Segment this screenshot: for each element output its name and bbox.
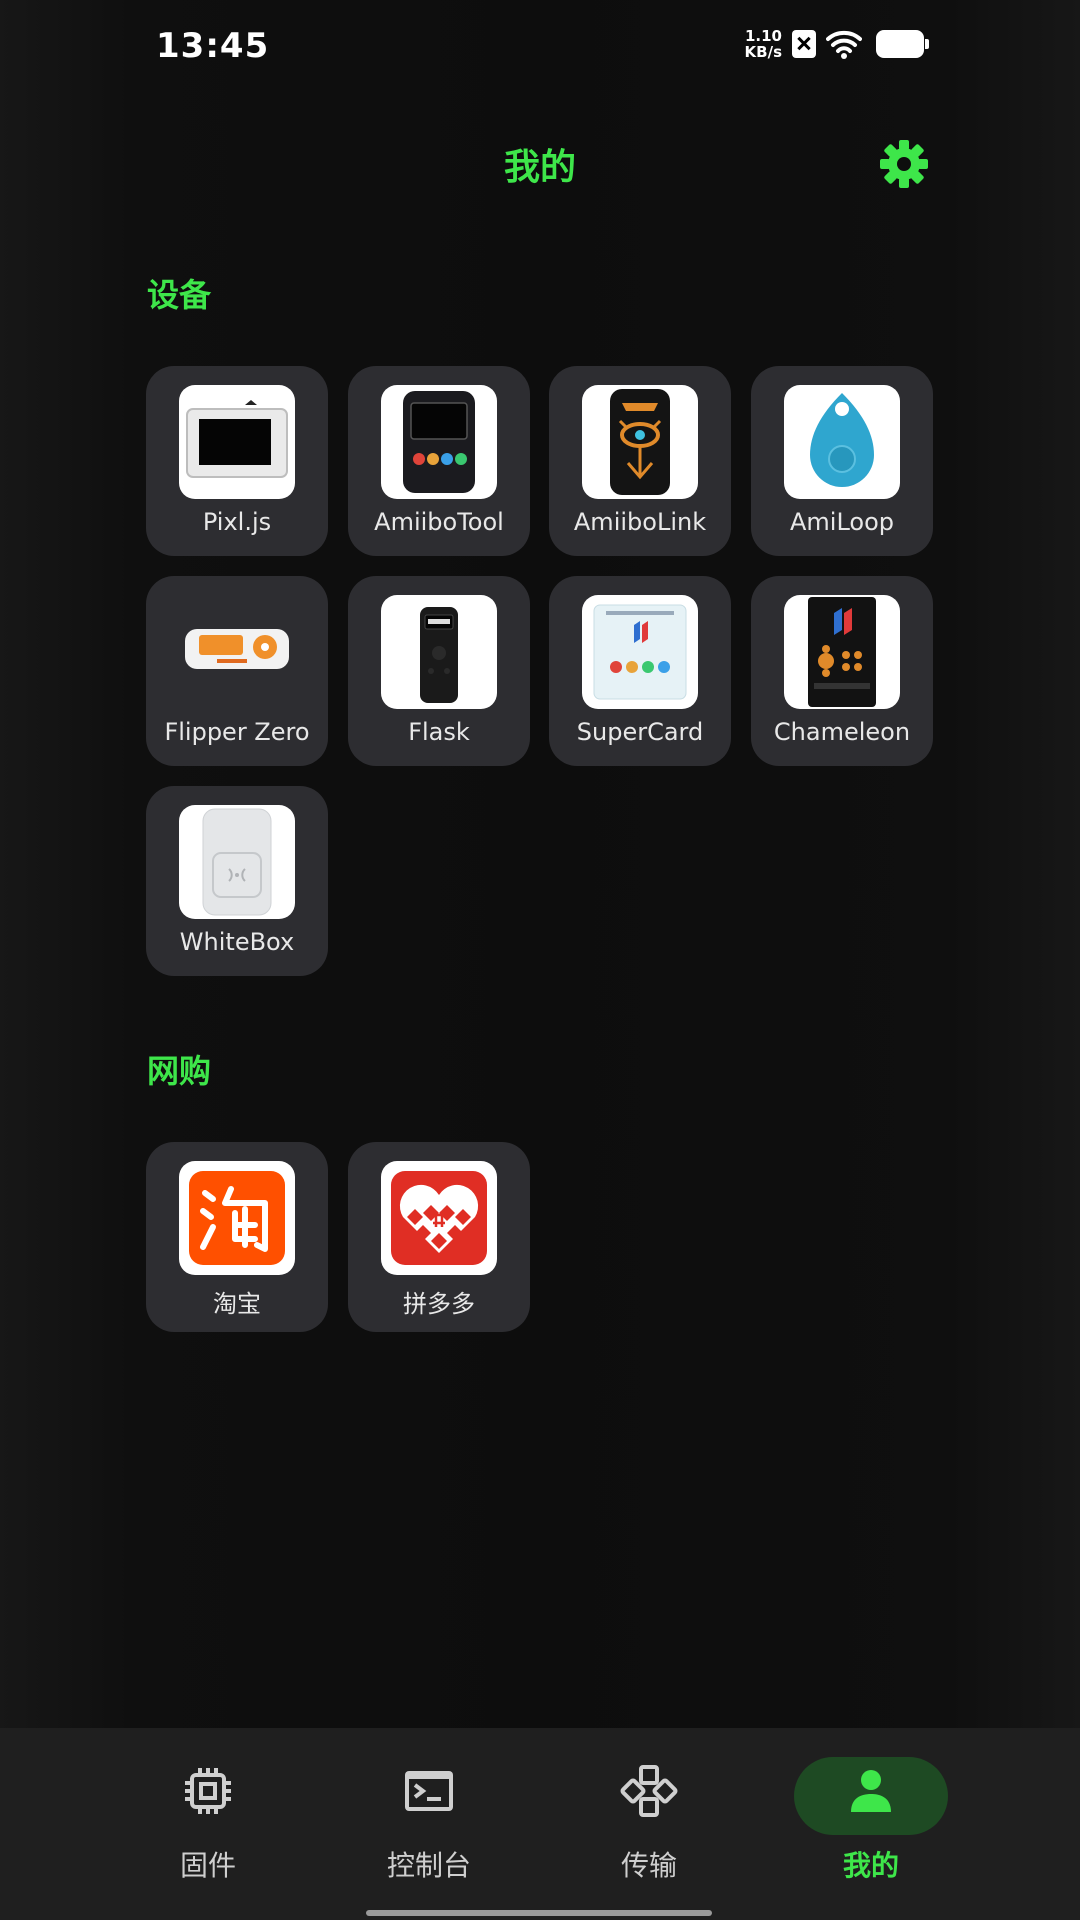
battery-icon [876,30,929,58]
amiibotool-image [381,385,497,499]
device-tile-supercard[interactable]: SuperCard [549,576,731,766]
network-speed-unit: KB/s [744,43,782,61]
nav-item-transfer[interactable]: 传输 [549,1728,749,1898]
whitebox-image [179,805,295,919]
flipper-zero-image [179,595,295,709]
section-title-shopping: 网购 [147,1052,212,1090]
chameleon-image [784,595,900,709]
pinduoduo-logo [381,1161,497,1275]
no-sim-icon [792,30,816,58]
home-indicator[interactable] [366,1910,712,1916]
gear-icon [880,140,928,188]
nav-item-firmware[interactable]: 固件 [108,1728,308,1898]
amiibolink-image [582,385,698,499]
amiloop-image [784,385,900,499]
nav-label: 控制台 [386,1849,471,1882]
transfer-icon [620,1765,678,1817]
device-tile-amiloop[interactable]: AmiLoop [751,366,933,556]
device-label: SuperCard [576,718,704,746]
device-label: AmiiboLink [573,508,707,536]
section-title-devices: 设备 [147,276,212,314]
device-label: Flask [408,718,470,746]
settings-button[interactable] [878,138,930,190]
device-tile-whitebox[interactable]: WhiteBox [146,786,328,976]
device-label: Pixl.js [202,508,272,536]
device-label: AmiLoop [789,508,894,536]
screen: 13:45 1.10 KB/s 我的 设备 Pixl.js AmiiboTool… [0,0,1080,1920]
terminal-icon [405,1771,453,1811]
status-icons: 1.10 KB/s [745,28,929,60]
device-tile-pixljs[interactable]: Pixl.js [146,366,328,556]
shop-label: 拼多多 [403,1290,475,1318]
shop-label: 淘宝 [213,1290,261,1318]
device-tile-flask[interactable]: Flask [348,576,530,766]
device-label: Chameleon [773,718,911,746]
device-tile-flipper-zero[interactable]: Flipper Zero [146,576,328,766]
nav-label: 我的 [842,1849,899,1882]
taobao-logo [179,1161,295,1275]
flask-image [381,595,497,709]
nav-item-mine[interactable]: 我的 [771,1728,971,1898]
shop-tile-taobao[interactable]: 淘宝 [146,1142,328,1332]
chip-icon [185,1768,231,1814]
nav-label: 传输 [620,1849,677,1882]
supercard-image [582,595,698,709]
nav-item-console[interactable]: 控制台 [329,1728,529,1898]
device-label: Flipper Zero [164,718,310,746]
device-tile-amiibotool[interactable]: AmiiboTool [348,366,530,556]
person-icon [851,1770,891,1812]
shop-tile-pinduoduo[interactable]: 拼多多 [348,1142,530,1332]
network-speed: 1.10 KB/s [745,28,782,60]
device-label: AmiiboTool [374,508,504,536]
pixljs-image [179,385,295,499]
device-tile-amiibolink[interactable]: AmiiboLink [549,366,731,556]
nav-label: 固件 [179,1849,236,1882]
device-label: WhiteBox [179,928,295,956]
network-speed-value: 1.10 [744,27,782,45]
wifi-icon [826,30,862,59]
device-tile-chameleon[interactable]: Chameleon [751,576,933,766]
status-time: 13:45 [156,26,270,66]
